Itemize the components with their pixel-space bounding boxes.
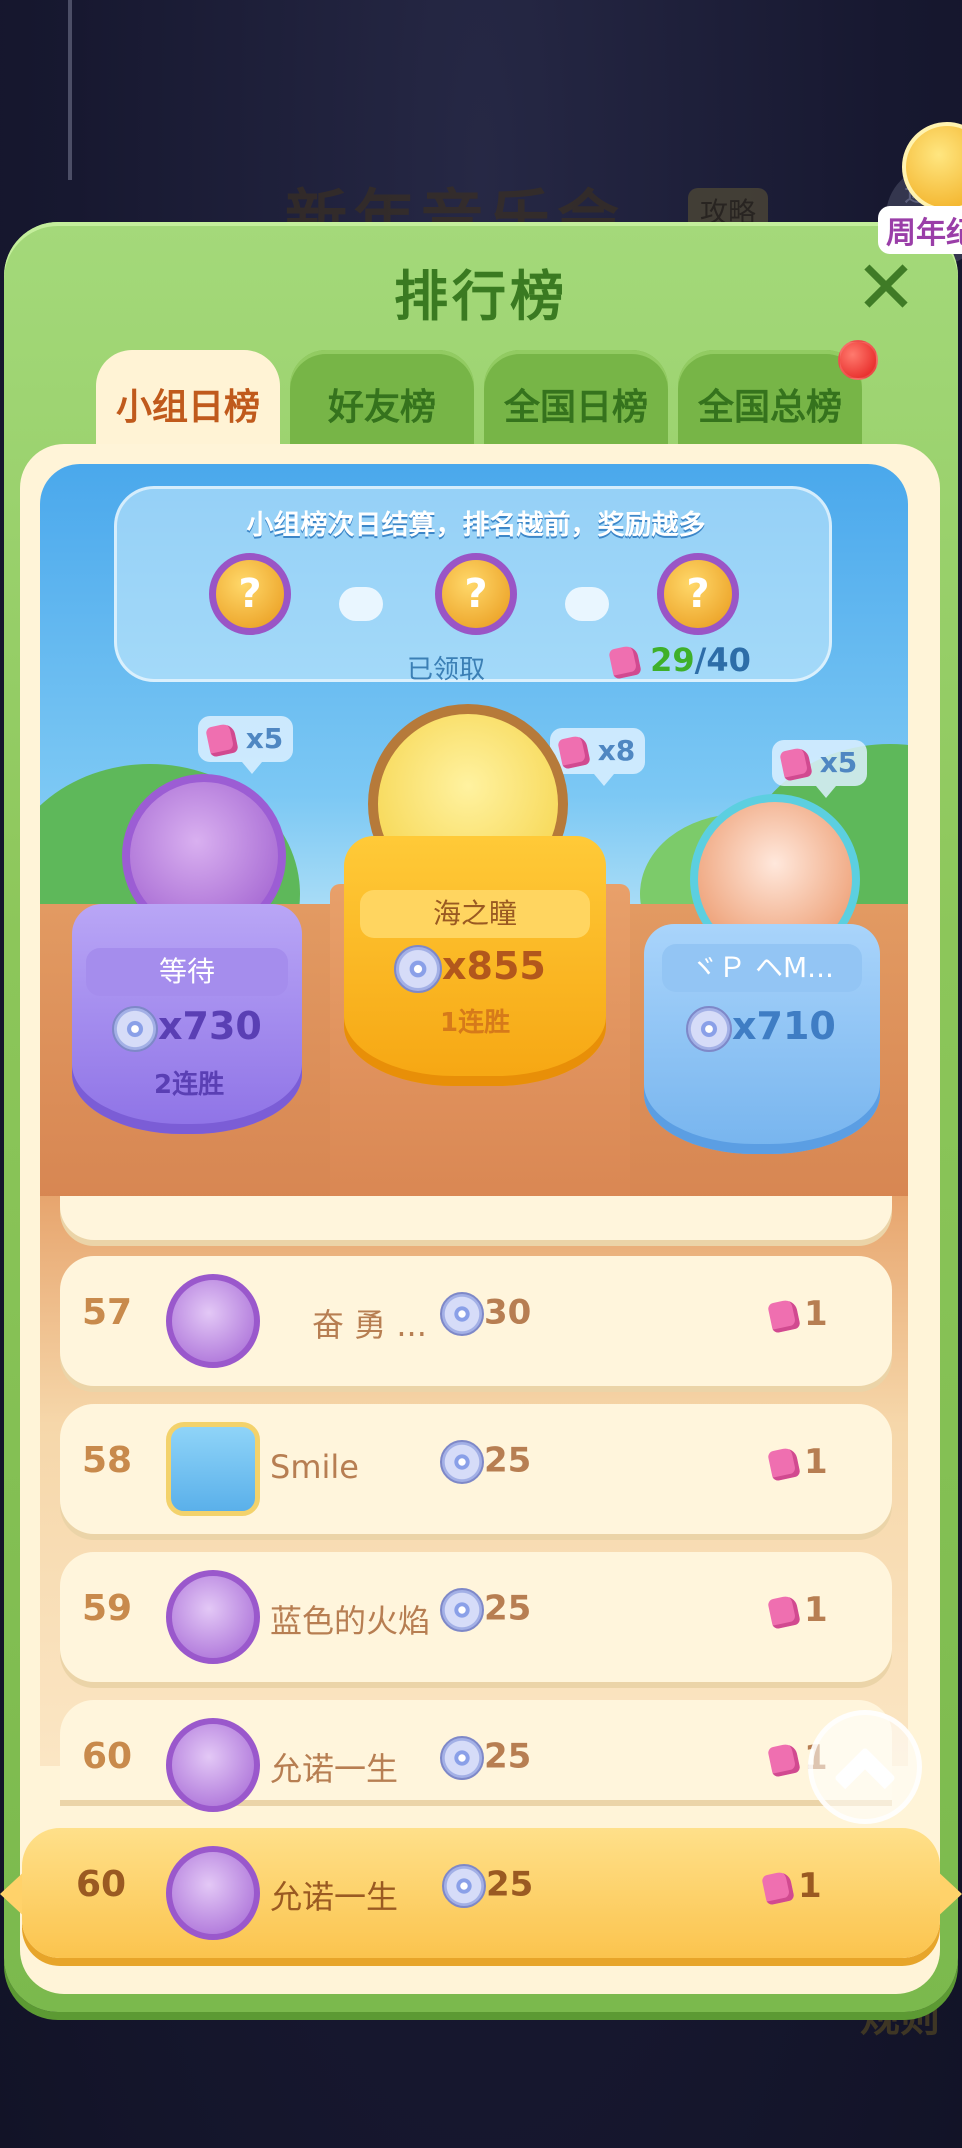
progress-current: 29 [650, 641, 695, 679]
player-score: x710 [686, 1004, 836, 1052]
notification-dot [838, 340, 878, 380]
player-name: Smile [270, 1448, 359, 1486]
disc-icon [442, 1864, 486, 1908]
close-icon[interactable]: ✕ [846, 245, 926, 331]
disc-icon [112, 1005, 158, 1052]
petal-icon [608, 644, 642, 680]
player-name: ヾＰ ヘM... [662, 944, 862, 992]
anniversary-button[interactable]: 周年纪 [878, 112, 962, 254]
petal-icon [779, 746, 813, 782]
player-name: 奋 勇 ... [312, 1306, 427, 1344]
podium-third[interactable]: ヾＰ ヘM... x710 [644, 924, 880, 1154]
score-value: 25 [484, 1736, 532, 1777]
avatar [166, 1422, 260, 1516]
player-score: 25 [440, 1440, 531, 1484]
score-value: 25 [484, 1588, 532, 1629]
banner-text: 小组榜次日结算，排名越前，奖励越多 [246, 510, 706, 541]
player-score: 25 [442, 1864, 533, 1908]
petal-progress: 29/40 [608, 641, 751, 680]
screen: { "background": {"event_title": "新年音乐会",… [0, 0, 962, 2148]
player-name: 蓝色的火焰 [270, 1602, 431, 1640]
disc-icon [440, 1292, 484, 1336]
petal-icon [205, 722, 239, 758]
score-value: 30 [484, 1292, 532, 1333]
disc-icon [440, 1736, 484, 1780]
player-score: x730 [112, 1004, 262, 1052]
rank: 59 [82, 1588, 133, 1629]
progress-total: 40 [706, 641, 751, 679]
list-item[interactable]: 58 Smile 25 1 [60, 1404, 892, 1534]
petal-count: 1 [804, 1590, 828, 1630]
petal-count: 1 [804, 1294, 828, 1334]
list-item-partial [60, 1196, 892, 1240]
progress-separator: / [694, 641, 707, 679]
petal-bubble-third: x5 [772, 740, 868, 798]
reward-chest-3-icon[interactable]: ? [657, 553, 739, 635]
petal-count: x5 [245, 722, 284, 755]
player-score: 30 [440, 1292, 531, 1336]
petal-icon [767, 1741, 801, 1778]
anniversary-coin-icon [902, 122, 962, 212]
rank: 60 [76, 1864, 127, 1905]
rank: 57 [82, 1292, 133, 1333]
reward-chest-2-icon[interactable]: ? [435, 553, 517, 635]
score-value: x710 [732, 1004, 836, 1048]
petal-bubble-second: x5 [198, 716, 294, 774]
petal-count: x5 [819, 746, 858, 779]
claimed-label: 已领取 [407, 655, 486, 685]
disc-icon [686, 1005, 732, 1052]
avatar [166, 1570, 260, 1664]
petal-icon [557, 734, 591, 770]
player-name: 等待 [86, 948, 288, 996]
player-name: 允诺一生 [270, 1878, 399, 1916]
disc-icon [440, 1440, 484, 1484]
win-streak: 2连胜 [154, 1070, 225, 1100]
petal-reward: 1 [767, 1442, 828, 1482]
petal-count: x8 [597, 734, 636, 767]
player-score: x855 [394, 944, 546, 993]
list-item[interactable]: 60 允诺一生 25 1 [60, 1700, 892, 1812]
list-item[interactable]: 59 蓝色的火焰 25 1 [60, 1552, 892, 1682]
disc-icon [394, 944, 442, 993]
rank: 58 [82, 1440, 133, 1481]
anniversary-label: 周年纪 [878, 206, 962, 254]
petal-icon [767, 1445, 801, 1482]
avatar [166, 1718, 260, 1812]
cloud-arrow-icon [565, 587, 609, 621]
player-name: 允诺一生 [270, 1750, 399, 1788]
cloud-arrow-icon [339, 587, 383, 621]
petal-reward: 1 [761, 1866, 822, 1906]
petal-reward: 1 [767, 1590, 828, 1630]
petal-count: 1 [804, 1442, 828, 1482]
modal-title: 排行榜 [394, 265, 568, 328]
podium-first[interactable]: 海之瞳 x855 1连胜 [344, 836, 606, 1086]
chevron-up-icon [833, 1746, 897, 1810]
petal-icon [767, 1297, 801, 1334]
podium-scene: 小组榜次日结算，排名越前，奖励越多 ? ? ? 已领取 29/40 x5 等待 … [40, 464, 908, 1200]
my-rank-row[interactable]: 60 允诺一生 25 1 [0, 1828, 962, 1958]
player-score: 25 [440, 1736, 531, 1780]
disc-icon [440, 1588, 484, 1632]
win-streak: 1连胜 [440, 1008, 511, 1038]
score-value: 25 [484, 1440, 532, 1481]
petal-bubble-first: x8 [550, 728, 646, 786]
petal-reward: 1 [767, 1294, 828, 1334]
avatar [166, 1274, 260, 1368]
reward-banner: 小组榜次日结算，排名越前，奖励越多 ? ? ? 已领取 29/40 [114, 486, 832, 685]
petal-icon [761, 1869, 795, 1906]
petal-count: 1 [798, 1866, 822, 1906]
hanging-lamp [68, 0, 72, 180]
score-value: x730 [158, 1004, 262, 1048]
player-name: 海之瞳 [360, 890, 590, 938]
score-value: x855 [442, 944, 546, 988]
player-score: 25 [440, 1588, 531, 1632]
petal-icon [767, 1593, 801, 1630]
scroll-top-button[interactable] [808, 1710, 922, 1824]
rank: 60 [82, 1736, 133, 1777]
reward-chest-1-icon[interactable]: ? [209, 553, 291, 635]
score-value: 25 [486, 1864, 534, 1905]
list-item[interactable]: 57 奋 勇 ... 30 1 [60, 1256, 892, 1386]
podium-second[interactable]: 等待 x730 2连胜 [72, 904, 302, 1134]
avatar [166, 1846, 260, 1940]
